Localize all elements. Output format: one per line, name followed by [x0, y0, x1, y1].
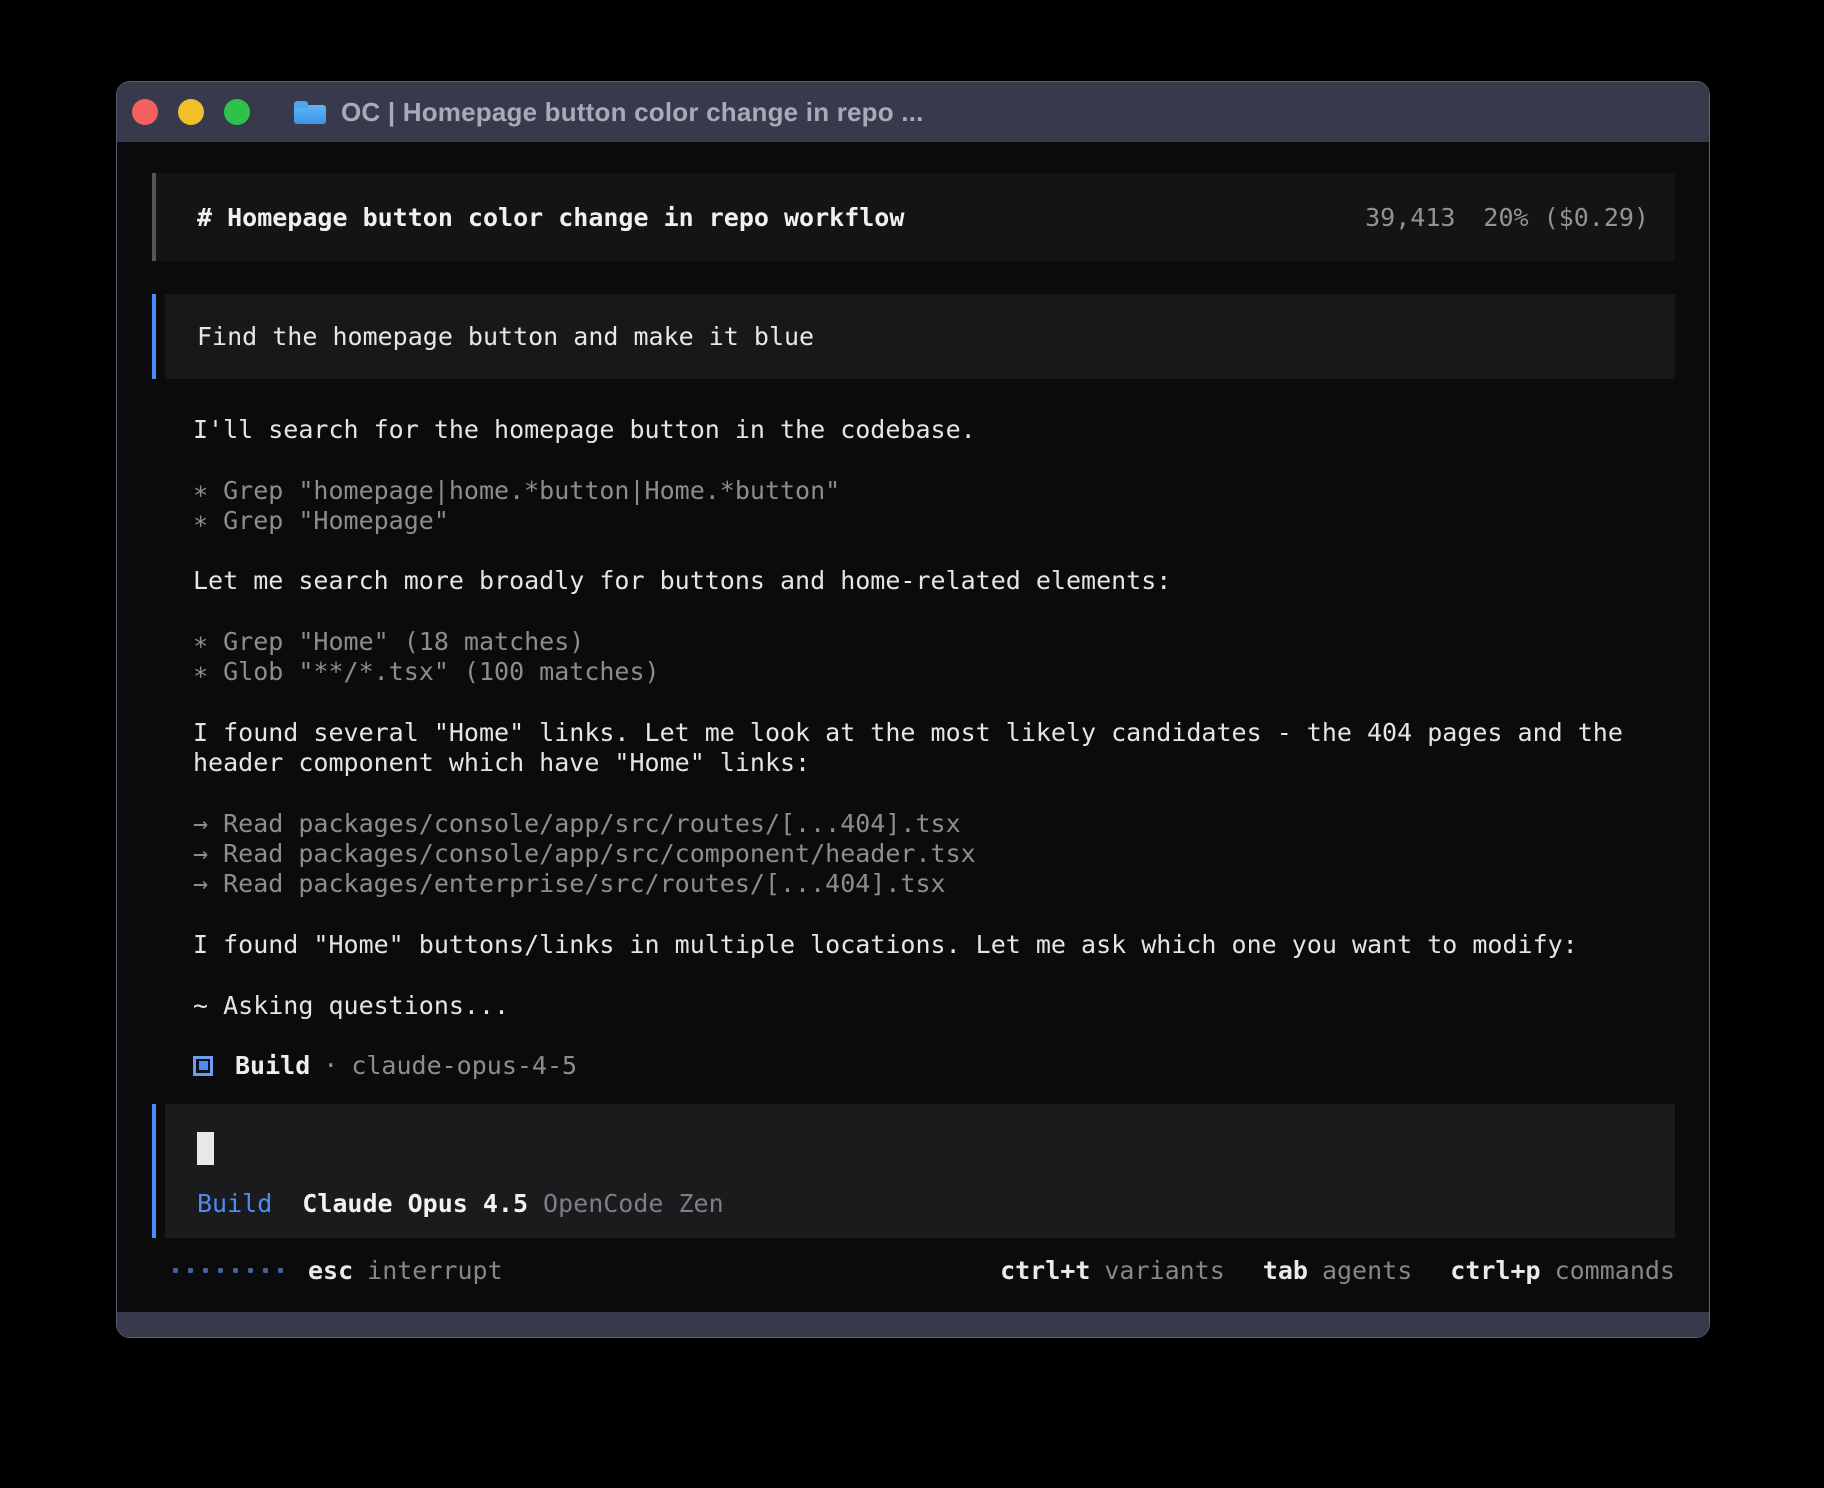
status-line: ~ Asking questions...: [193, 991, 1675, 1021]
spinner-dot: [233, 1268, 238, 1273]
zoom-button[interactable]: [224, 99, 250, 125]
spinner-dot: [263, 1268, 268, 1273]
shortcut-variants: ctrl+t variants: [1000, 1256, 1225, 1285]
terminal-window: OC | Homepage button color change in rep…: [116, 81, 1710, 1338]
shortcut-key: ctrl+t: [1000, 1256, 1090, 1285]
spinner-dot: [248, 1268, 253, 1273]
shortcut-label: commands: [1555, 1256, 1675, 1285]
tool-call-line: ∗ Grep "Home" (18 matches): [193, 627, 1675, 657]
asking-questions-status: ~ Asking questions...: [193, 991, 1675, 1021]
separator-dot: ·: [323, 1051, 338, 1080]
spinner-dot: [278, 1268, 283, 1273]
assistant-paragraph: I'll search for the homepage button in t…: [193, 415, 1675, 445]
context-cost: 20% ($0.29): [1483, 203, 1649, 232]
shortcut-label: variants: [1104, 1256, 1224, 1285]
agent-build-icon: [193, 1056, 213, 1076]
assistant-text-line: header component which have "Home" links…: [193, 748, 1675, 778]
tool-call-line: ∗ Glob "**/*.tsx" (100 matches): [193, 657, 1675, 687]
shortcut-key: tab: [1263, 1256, 1308, 1285]
esc-hint: esc interrupt: [308, 1256, 503, 1285]
token-count: 39,413: [1365, 203, 1455, 232]
text-cursor: [197, 1132, 214, 1165]
tool-call-group: → Read packages/console/app/src/routes/[…: [193, 809, 1675, 900]
tool-call-group: ∗ Grep "homepage|home.*button|Home.*butt…: [193, 476, 1675, 537]
esc-key: esc: [308, 1256, 353, 1285]
esc-label: interrupt: [367, 1256, 502, 1285]
assistant-text-line: I found several "Home" links. Let me loo…: [193, 718, 1675, 748]
prompt-input[interactable]: Build Claude Opus 4.5 OpenCode Zen: [152, 1104, 1675, 1238]
spinner-dots: [173, 1268, 283, 1273]
spinner-dot: [218, 1268, 223, 1273]
spinner-dot: [173, 1268, 178, 1273]
spinner-dot: [188, 1268, 193, 1273]
keyboard-shortcuts: ctrl+t variants tab agents ctrl+p comman…: [1000, 1256, 1675, 1285]
agent-name: Build: [235, 1051, 310, 1080]
tool-call-line: ∗ Grep "homepage|home.*button|Home.*butt…: [193, 476, 1675, 506]
tool-call-line: ∗ Grep "Homepage": [193, 506, 1675, 536]
session-stats: 39,413 20% ($0.29): [1365, 203, 1649, 232]
close-button[interactable]: [132, 99, 158, 125]
status-bar: esc interrupt ctrl+t variants tab agents…: [152, 1254, 1675, 1286]
input-meta-row: Build Claude Opus 4.5 OpenCode Zen: [197, 1189, 1675, 1218]
assistant-paragraph: I found several "Home" links. Let me loo…: [193, 718, 1675, 779]
spinner-dot: [203, 1268, 208, 1273]
agent-attribution-row: Build · claude-opus-4-5: [193, 1051, 1675, 1080]
tool-call-line: → Read packages/enterprise/src/routes/[.…: [193, 869, 1675, 899]
assistant-text-line: Let me search more broadly for buttons a…: [193, 566, 1675, 596]
tool-call-line: → Read packages/console/app/src/componen…: [193, 839, 1675, 869]
assistant-paragraph: I found "Home" buttons/links in multiple…: [193, 930, 1675, 960]
window-titlebar: OC | Homepage button color change in rep…: [117, 82, 1709, 142]
session-header: # Homepage button color change in repo w…: [152, 173, 1675, 261]
input-model-label: Claude Opus 4.5: [302, 1189, 528, 1218]
shortcut-key: ctrl+p: [1450, 1256, 1540, 1285]
window-title: OC | Homepage button color change in rep…: [341, 97, 924, 128]
session-title: # Homepage button color change in repo w…: [197, 203, 904, 232]
agent-model: claude-opus-4-5: [351, 1051, 577, 1080]
minimize-button[interactable]: [178, 99, 204, 125]
folder-icon: [294, 101, 326, 124]
assistant-transcript: I'll search for the homepage button in t…: [152, 415, 1675, 1080]
tool-call-group: ∗ Grep "Home" (18 matches) ∗ Glob "**/*.…: [193, 627, 1675, 688]
shortcut-label: agents: [1322, 1256, 1412, 1285]
user-message: Find the homepage button and make it blu…: [152, 294, 1675, 379]
input-provider-label: OpenCode Zen: [543, 1189, 724, 1218]
shortcut-commands: ctrl+p commands: [1450, 1256, 1675, 1285]
window-bottom-chrome: [117, 1312, 1709, 1337]
tool-call-line: → Read packages/console/app/src/routes/[…: [193, 809, 1675, 839]
input-mode-label: Build: [197, 1189, 272, 1218]
shortcut-agents: tab agents: [1263, 1256, 1412, 1285]
assistant-text-line: I found "Home" buttons/links in multiple…: [193, 930, 1675, 960]
user-message-text: Find the homepage button and make it blu…: [197, 322, 814, 351]
assistant-paragraph: Let me search more broadly for buttons a…: [193, 566, 1675, 596]
terminal-content: # Homepage button color change in repo w…: [117, 142, 1709, 1312]
assistant-text-line: I'll search for the homepage button in t…: [193, 415, 1675, 445]
